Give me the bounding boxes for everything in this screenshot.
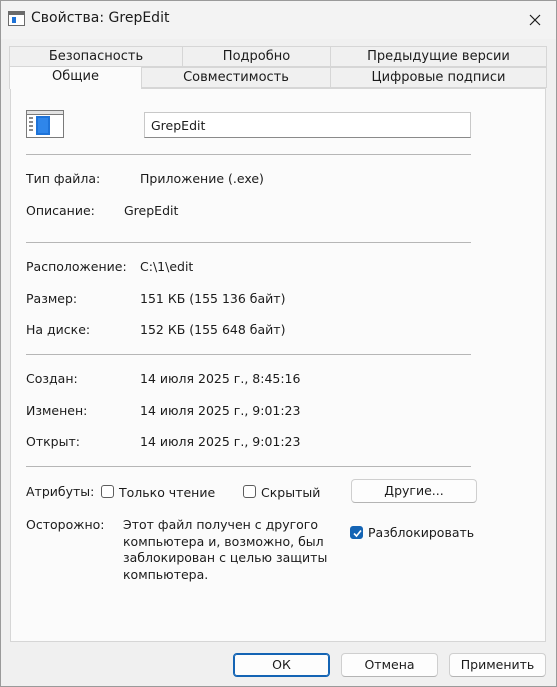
unblock-label[interactable]: Разблокировать [368, 525, 474, 540]
checkmark-icon [353, 529, 362, 538]
created-value: 14 июля 2025 г., 8:45:16 [140, 371, 301, 386]
application-icon [26, 110, 64, 138]
separator [26, 466, 471, 467]
attributes-label: Атрибуты: [26, 484, 95, 499]
tab-details[interactable]: Подробно [182, 46, 331, 67]
caution-label: Осторожно: [26, 517, 105, 532]
readonly-checkbox[interactable] [101, 485, 114, 498]
apply-button[interactable]: Применить [449, 653, 546, 677]
close-icon [529, 14, 541, 26]
hidden-label[interactable]: Скрытый [261, 485, 320, 500]
tab-digital-signatures[interactable]: Цифровые подписи [330, 67, 547, 88]
accessed-value: 14 июля 2025 г., 9:01:23 [140, 434, 301, 449]
disk-size-value: 152 КБ (155 648 байт) [140, 322, 286, 337]
created-label: Создан: [26, 371, 78, 386]
cancel-button[interactable]: Отмена [341, 653, 438, 677]
location-value: C:\1\edit [140, 259, 194, 274]
unblock-checkbox[interactable] [350, 526, 363, 539]
title-bar[interactable]: Свойства: GrepEdit [1, 1, 556, 39]
file-type-label: Тип файла: [26, 171, 101, 186]
caution-text: Этот файл получен с другого компьютера и… [123, 517, 328, 582]
size-value: 151 КБ (155 136 байт) [140, 291, 286, 306]
description-label: Описание: [26, 203, 95, 218]
hidden-checkbox[interactable] [243, 485, 256, 498]
file-name-input[interactable] [144, 112, 471, 138]
properties-window: Свойства: GrepEdit Безопасность Подробно… [0, 0, 557, 687]
window-title: Свойства: GrepEdit [31, 10, 170, 26]
accessed-label: Открыт: [26, 434, 80, 449]
disk-size-label: На диске: [26, 322, 91, 337]
size-label: Размер: [26, 291, 78, 306]
separator [26, 154, 471, 155]
separator [26, 354, 471, 355]
tab-compatibility[interactable]: Совместимость [141, 67, 331, 88]
tab-security[interactable]: Безопасность [9, 46, 183, 67]
tab-general[interactable]: Общие [9, 66, 142, 89]
tab-previous-versions[interactable]: Предыдущие версии [330, 46, 547, 67]
modified-label: Изменен: [26, 403, 88, 418]
description-value: GrepEdit [124, 203, 179, 218]
other-attributes-button[interactable]: Другие... [351, 479, 477, 503]
separator [26, 242, 471, 243]
ok-button[interactable]: ОК [233, 653, 330, 677]
readonly-label[interactable]: Только чтение [119, 485, 215, 500]
modified-value: 14 июля 2025 г., 9:01:23 [140, 403, 301, 418]
close-button[interactable] [522, 7, 548, 33]
location-label: Расположение: [26, 259, 127, 274]
file-type-value: Приложение (.exe) [140, 171, 264, 186]
window-app-icon [8, 11, 25, 26]
